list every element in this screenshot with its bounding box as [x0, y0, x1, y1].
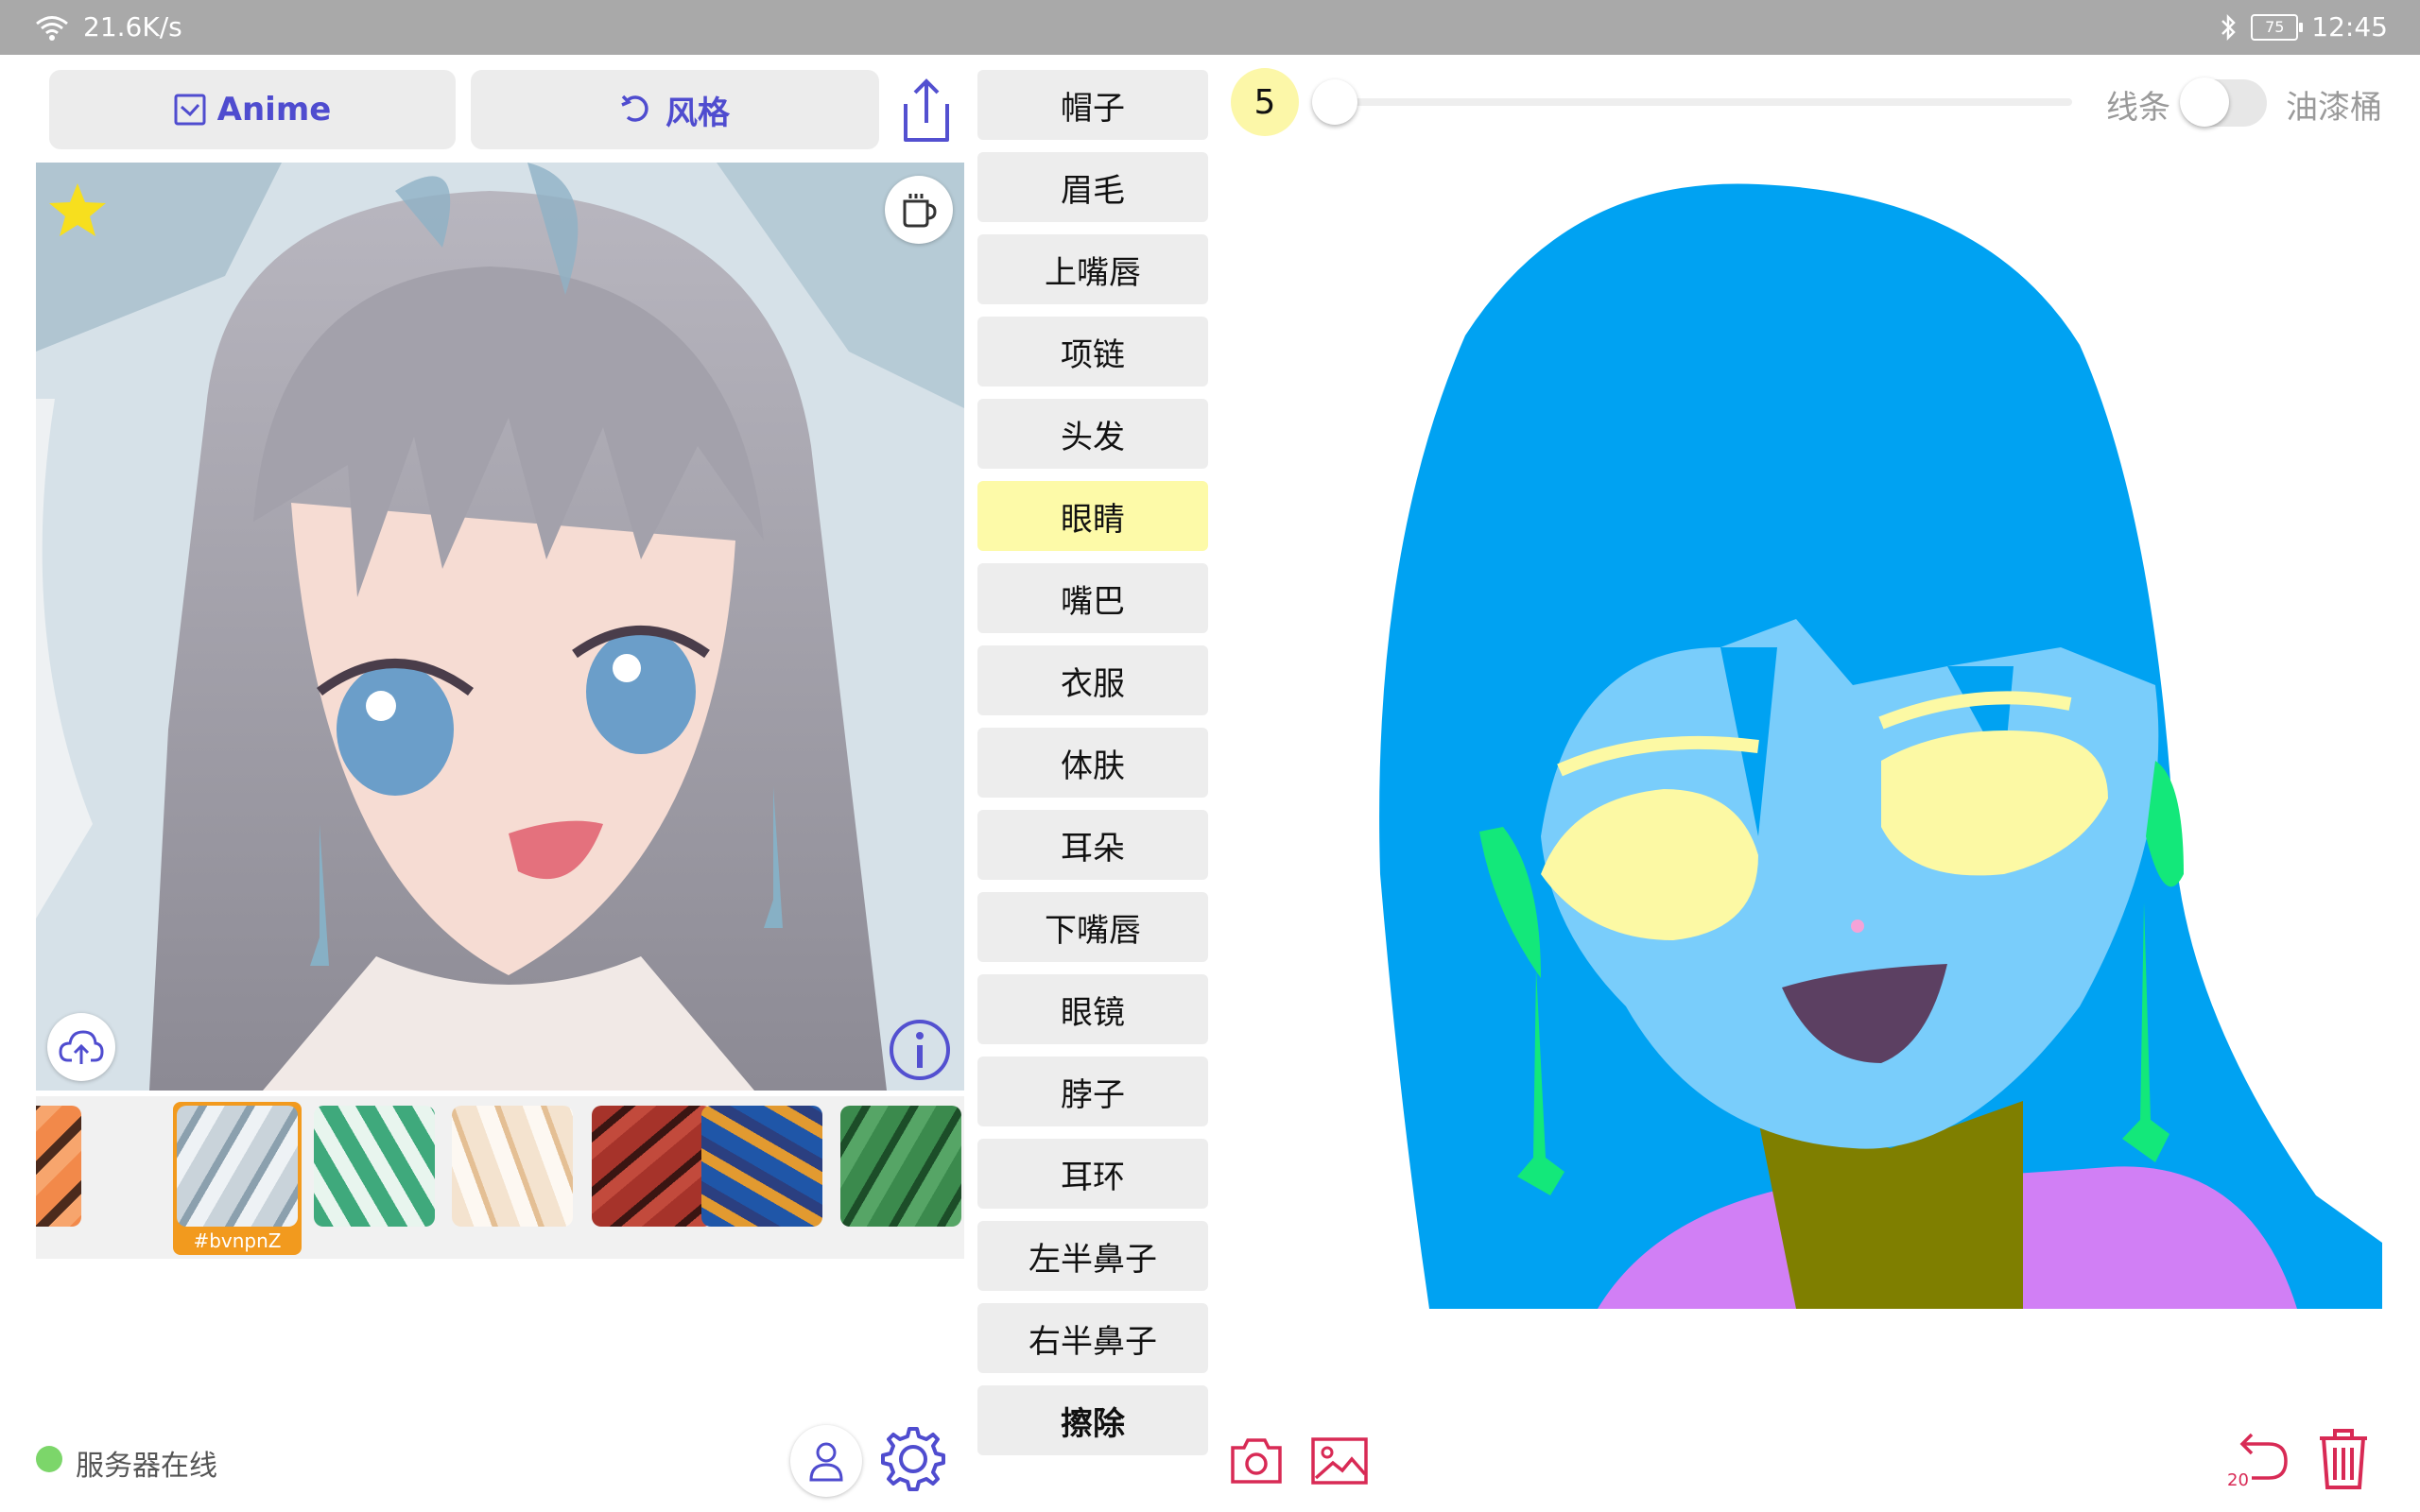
style-thumb-dark-green[interactable]: [840, 1106, 961, 1227]
style-thumb-orange[interactable]: [36, 1106, 81, 1227]
delete-button[interactable]: [2316, 1425, 2371, 1493]
style-button-label: 风格: [666, 94, 730, 132]
network-speed: 21.6K/s: [83, 11, 182, 43]
style-button[interactable]: 风格: [471, 70, 879, 149]
undo-arrow-icon: [621, 94, 648, 122]
brush-size-slider[interactable]: [1316, 98, 2072, 106]
label-necklace[interactable]: 项链: [977, 317, 1208, 387]
label-upper-lip[interactable]: 上嘴唇: [977, 234, 1208, 304]
label-mouth[interactable]: 嘴巴: [977, 563, 1208, 633]
coffee-button[interactable]: [885, 176, 953, 244]
gallery-button[interactable]: [1310, 1436, 1369, 1486]
coffee-cup-icon: [903, 194, 937, 228]
share-icon: [904, 78, 949, 142]
settings-button[interactable]: [879, 1425, 947, 1493]
checkbox-icon: [174, 94, 206, 126]
server-status-text: 服务器在线: [76, 1450, 217, 1483]
image-icon: [1311, 1437, 1368, 1485]
wifi-icon: [36, 15, 68, 41]
fill-mode-toggle-knob[interactable]: [2180, 77, 2229, 127]
share-button[interactable]: [896, 76, 957, 146]
label-left-nose[interactable]: 左半鼻子: [977, 1221, 1208, 1291]
cloud-upload-icon: [59, 1030, 104, 1064]
brush-size-slider-thumb[interactable]: [1312, 79, 1357, 125]
label-skin[interactable]: 体肤: [977, 728, 1208, 798]
style-thumb-green-white[interactable]: [314, 1106, 435, 1227]
gear-icon: [881, 1427, 945, 1491]
camera-icon: [1231, 1438, 1282, 1484]
brush-size-indicator: 5: [1231, 68, 1299, 136]
user-icon: [809, 1442, 843, 1482]
label-hat[interactable]: 帽子: [977, 70, 1208, 140]
upload-button[interactable]: [47, 1013, 115, 1081]
style-thumb-cream[interactable]: [452, 1106, 573, 1227]
label-clothes[interactable]: 衣服: [977, 645, 1208, 715]
label-earrings[interactable]: 耳环: [977, 1139, 1208, 1209]
drawing-canvas[interactable]: [1229, 156, 2392, 1309]
trash-icon: [2320, 1429, 2367, 1489]
style-thumb-red[interactable]: [592, 1106, 713, 1227]
undo-count: 20: [2227, 1470, 2249, 1490]
label-right-nose[interactable]: 右半鼻子: [977, 1303, 1208, 1373]
segmentation-sketch: [1379, 183, 2382, 1309]
profile-button[interactable]: [790, 1425, 862, 1497]
style-thumb-tag: #bvnpnZ: [193, 1229, 282, 1252]
label-eyes[interactable]: 眼睛: [977, 481, 1208, 551]
erase-button[interactable]: 擦除: [977, 1385, 1208, 1455]
label-eyebrows[interactable]: 眉毛: [977, 152, 1208, 222]
label-ears[interactable]: 耳朵: [977, 810, 1208, 880]
label-neck[interactable]: 脖子: [977, 1057, 1208, 1126]
generated-anime-image: [36, 163, 964, 1091]
favorite-star-icon[interactable]: [47, 180, 108, 240]
line-mode-label: 线条: [2106, 89, 2170, 127]
label-hair[interactable]: 头发: [977, 399, 1208, 469]
info-button[interactable]: [887, 1017, 953, 1083]
style-thumb-blue-orange[interactable]: [701, 1106, 822, 1227]
style-thumb-bvnpnz[interactable]: [177, 1106, 298, 1227]
status-bar: 21.6K/s 75 12:45: [0, 0, 2420, 55]
info-icon: [890, 1020, 950, 1080]
battery-icon: 75: [2251, 13, 2304, 41]
camera-button[interactable]: [1229, 1436, 1284, 1486]
style-thumbnail-strip[interactable]: #bvnpnZ: [36, 1096, 964, 1259]
label-glasses[interactable]: 眼镜: [977, 974, 1208, 1044]
server-status-dot: [36, 1446, 62, 1472]
anime-button-label: Anime: [216, 91, 332, 129]
paint-bucket-label: 油漆桶: [2286, 89, 2382, 127]
clock: 12:45: [2311, 11, 2388, 43]
anime-button[interactable]: Anime: [49, 70, 456, 149]
label-lower-lip[interactable]: 下嘴唇: [977, 892, 1208, 962]
anime-portrait-illustration: [36, 163, 964, 1091]
bluetooth-icon: [2221, 13, 2237, 41]
